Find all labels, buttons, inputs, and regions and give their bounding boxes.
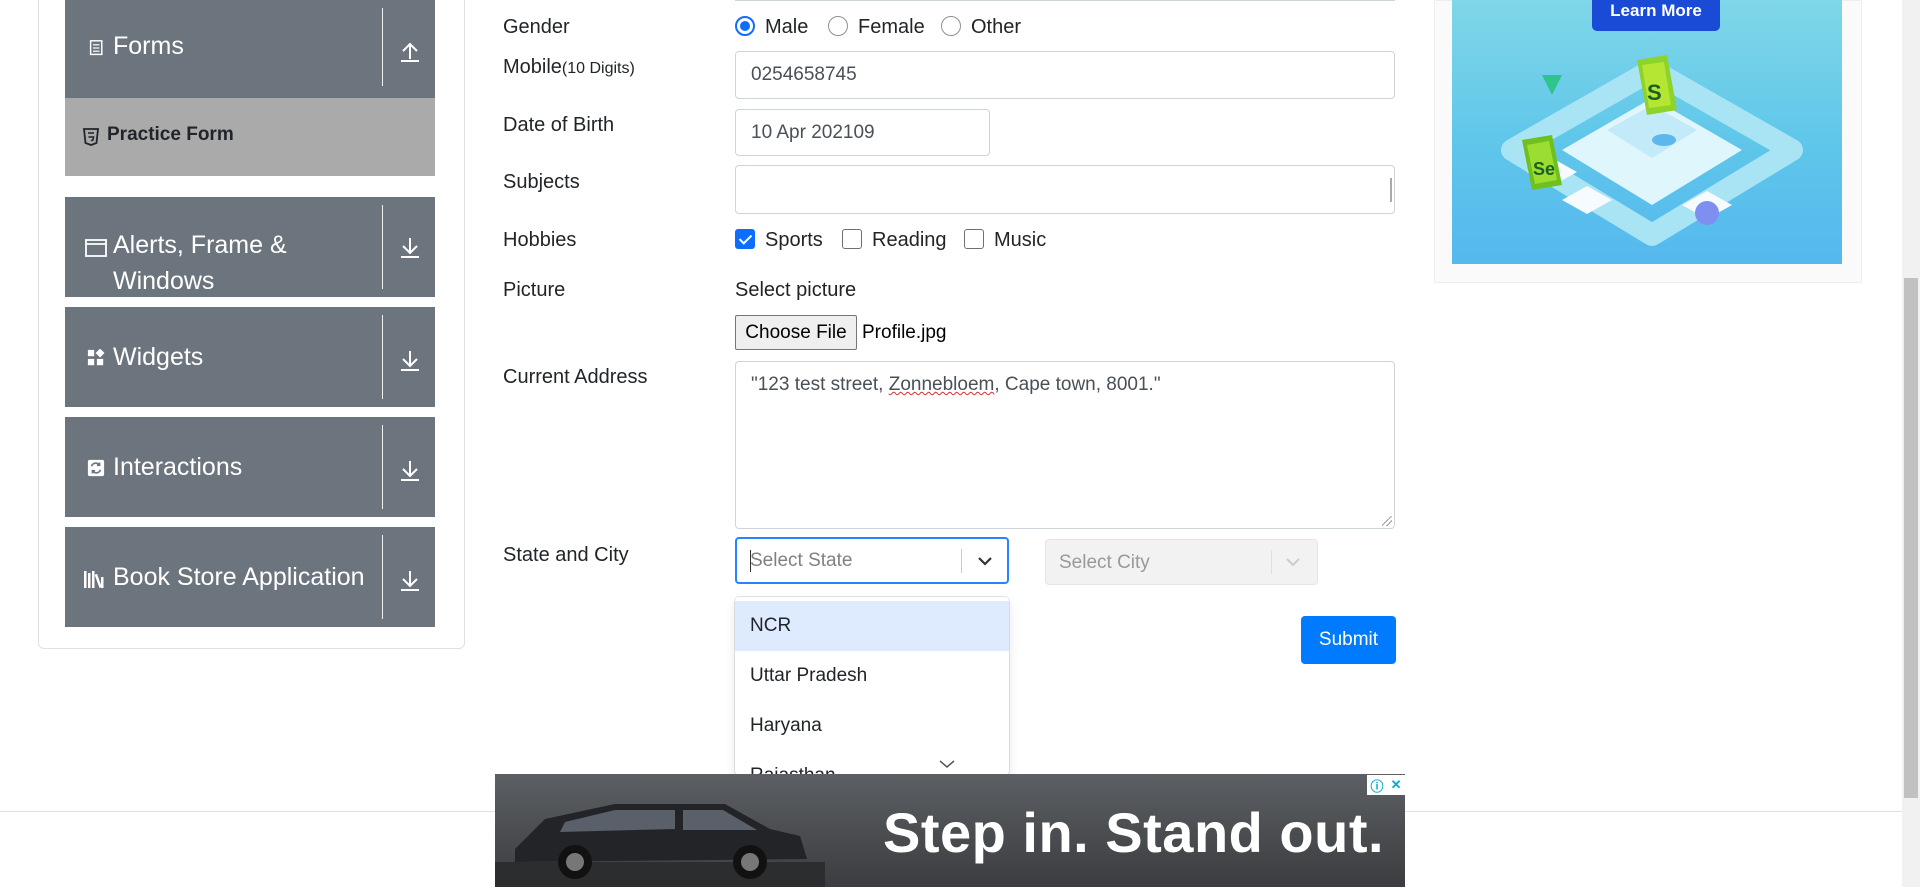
sidebar-group-interactions[interactable]: Interactions <box>65 417 435 517</box>
ad-info-icon[interactable]: ⓘ <box>1371 776 1384 795</box>
text-cursor <box>1390 178 1392 202</box>
gender-male-radio[interactable] <box>735 16 755 36</box>
select-picture-label: Select picture <box>735 279 857 301</box>
divider <box>382 205 383 289</box>
download-arrow-icon[interactable] <box>395 345 425 375</box>
current-address-label: Current Address <box>503 366 648 388</box>
sidebar-group-label: Book Store Application <box>113 563 365 591</box>
divider <box>382 425 383 509</box>
bottom-ad-headline: Step in. Stand out. <box>883 801 1385 864</box>
scrollbar-thumb[interactable] <box>1904 278 1918 798</box>
html5-icon <box>83 128 99 146</box>
picture-label: Picture <box>503 279 566 301</box>
side-ad-image[interactable]: S Se <box>1452 0 1842 264</box>
chevron-down-icon <box>939 760 955 768</box>
gender-other-radio[interactable] <box>941 16 961 36</box>
divider <box>382 315 383 399</box>
dob-input[interactable]: 10 Apr 202109 <box>735 109 990 156</box>
learn-more-button[interactable]: Learn More <box>1592 0 1720 31</box>
resize-handle[interactable] <box>1382 516 1392 526</box>
address-text-part1: "123 test street, <box>751 374 889 395</box>
mobile-label: Mobile(10 Digits) <box>503 56 635 79</box>
hobby-music-checkbox[interactable] <box>964 229 984 249</box>
address-text-part2: , Cape town, 8001." <box>994 374 1161 395</box>
city-select[interactable]: Select City <box>1045 539 1318 585</box>
select-divider <box>961 549 962 573</box>
hobbies-label: Hobbies <box>503 229 577 251</box>
dob-label: Date of Birth <box>503 114 615 136</box>
sidebar-item-practice-form[interactable]: Practice Form <box>65 98 435 176</box>
car-image <box>495 804 825 887</box>
hobby-sports-label[interactable]: Sports <box>765 229 823 252</box>
close-icon[interactable]: ✕ <box>1391 777 1402 793</box>
form-icon <box>89 40 103 56</box>
email-field-edge <box>735 0 1395 1</box>
text-caret <box>750 550 751 572</box>
sidebar-group-alerts[interactable]: Alerts, Frame & Windows <box>65 197 435 297</box>
subjects-input[interactable] <box>735 165 1395 214</box>
choose-file-button[interactable]: Choose File <box>735 315 857 350</box>
address-text-misspelled: Zonnebloem <box>888 374 995 395</box>
sidebar-group-label: Forms <box>113 32 184 60</box>
hobby-reading-checkbox[interactable] <box>842 229 862 249</box>
sidebar-group-label-line2: Windows <box>113 267 215 295</box>
state-select[interactable]: Select State <box>735 537 1009 584</box>
selected-file-name: Profile.jpg <box>862 322 947 343</box>
current-address-textarea[interactable]: "123 test street, Zonnebloem, Cape town,… <box>735 361 1395 529</box>
divider <box>382 8 383 86</box>
gender-male-label[interactable]: Male <box>765 16 808 39</box>
sidebar-group-label: Interactions <box>113 453 243 481</box>
state-option-ncr[interactable]: NCR <box>735 601 1009 651</box>
subjects-label: Subjects <box>503 171 580 193</box>
state-option-uttar-pradesh[interactable]: Uttar Pradesh <box>735 651 1009 701</box>
sidebar-group-label: Alerts, Frame & <box>113 231 287 259</box>
gender-female-radio[interactable] <box>828 16 848 36</box>
divider <box>382 535 383 619</box>
select-divider <box>1271 550 1272 574</box>
download-arrow-icon[interactable] <box>395 232 425 262</box>
interactions-icon <box>87 459 105 477</box>
gender-other-label[interactable]: Other <box>971 16 1021 39</box>
gender-label: Gender <box>503 16 570 38</box>
state-city-label: State and City <box>503 544 629 566</box>
state-option-rajasthan[interactable]: Rajasthan <box>735 751 1009 775</box>
sidebar-group-widgets[interactable]: Widgets <box>65 307 435 407</box>
books-icon <box>84 571 104 588</box>
sidebar-group-forms[interactable]: Forms <box>65 0 435 98</box>
state-option-haryana[interactable]: Haryana <box>735 701 1009 751</box>
sidebar-item-label: Practice Form <box>107 124 234 145</box>
sidebar-group-book-store[interactable]: Book Store Application <box>65 527 435 627</box>
mobile-label-text: Mobile <box>503 56 562 78</box>
chevron-down-icon[interactable] <box>975 551 995 571</box>
mobile-hint: (10 Digits) <box>561 60 635 77</box>
selenium-illustration: S Se <box>1501 55 1803 246</box>
hobby-reading-label[interactable]: Reading <box>872 229 947 252</box>
upload-arrow-icon[interactable] <box>395 36 425 66</box>
ad-choices[interactable]: ⓘ ✕ <box>1367 775 1405 795</box>
mobile-input[interactable]: 0254658745 <box>735 51 1395 99</box>
sidebar-group-label: Widgets <box>113 343 204 371</box>
download-arrow-icon[interactable] <box>395 565 425 595</box>
window-icon <box>85 239 107 257</box>
state-dropdown-menu[interactable]: NCR Uttar Pradesh Haryana Rajasthan <box>735 597 1009 775</box>
state-placeholder: Select State <box>750 550 853 571</box>
gender-female-label[interactable]: Female <box>858 16 925 39</box>
hobby-music-label[interactable]: Music <box>994 229 1046 252</box>
chevron-down-icon[interactable] <box>1283 552 1303 572</box>
svg-text:Se: Se <box>1533 159 1555 179</box>
city-placeholder: Select City <box>1059 552 1150 573</box>
hobby-sports-checkbox[interactable] <box>735 229 755 249</box>
widgets-icon <box>87 349 105 366</box>
download-arrow-icon[interactable] <box>395 455 425 485</box>
submit-button[interactable]: Submit <box>1301 616 1396 664</box>
svg-text:S: S <box>1647 80 1662 105</box>
bottom-ad-banner[interactable]: Step in. Stand out. <box>495 774 1405 887</box>
